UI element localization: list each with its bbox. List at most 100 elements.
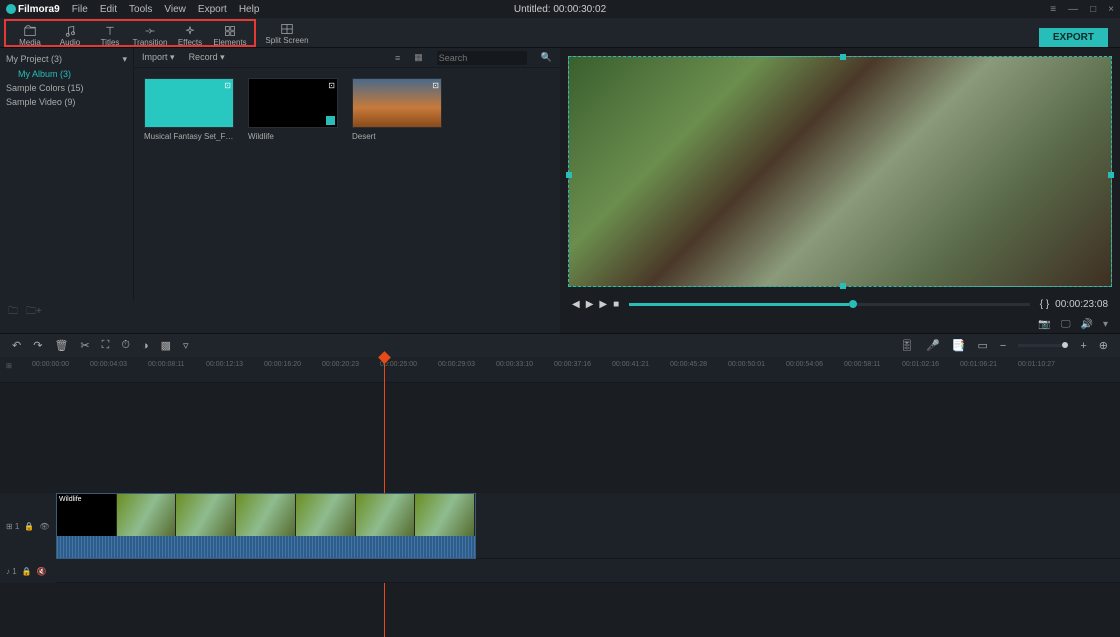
tab-audio[interactable]: Audio bbox=[50, 23, 90, 49]
track-manager-icon[interactable]: ⊞ bbox=[6, 362, 12, 370]
render-icon[interactable]: ▭ bbox=[978, 339, 988, 352]
snapshot-icon[interactable]: 📷 bbox=[1038, 319, 1050, 330]
clip-segment bbox=[296, 494, 356, 536]
timeline-clip-wildlife[interactable] bbox=[56, 493, 476, 559]
stop-button[interactable]: ■ bbox=[613, 299, 619, 310]
preview-scrubber[interactable] bbox=[629, 303, 1030, 306]
project-title: Untitled: 00:00:30:02 bbox=[514, 4, 606, 15]
logo-icon bbox=[6, 4, 16, 14]
tab-elements[interactable]: Elements bbox=[210, 23, 250, 49]
undo-button[interactable]: ↶ bbox=[12, 339, 21, 352]
mute-icon[interactable]: 🔇 bbox=[37, 567, 47, 576]
clip-segment bbox=[117, 494, 177, 536]
mixer-icon[interactable]: 🎚 bbox=[900, 339, 914, 352]
quality-dropdown-icon[interactable]: ▾ bbox=[1103, 319, 1108, 330]
speed-button[interactable]: ⏱ bbox=[121, 339, 130, 352]
tab-titles[interactable]: Titles bbox=[90, 23, 130, 49]
fullscreen-icon[interactable]: 🖵 bbox=[1061, 319, 1071, 330]
lock-icon[interactable]: 🔒 bbox=[24, 522, 34, 531]
preview-footer: 📷 🖵 🔊 ▾ bbox=[568, 315, 1112, 333]
timeline-ruler[interactable]: ⊞ 00:00:00:00 00:00:04:03 00:00:08:11 00… bbox=[0, 357, 1120, 383]
menu-icon[interactable]: ≡ bbox=[1050, 4, 1056, 15]
zoom-slider[interactable] bbox=[1018, 344, 1068, 347]
media-item[interactable]: ⊡ Musical Fantasy Set_Film... bbox=[144, 78, 234, 141]
tree-item-myalbum[interactable]: My Album (3) bbox=[6, 67, 127, 81]
lock-icon[interactable]: 🔒 bbox=[22, 567, 32, 576]
tab-splitscreen[interactable]: Split Screen bbox=[262, 21, 312, 47]
main-panels: My Project (3)▾ My Album (3) Sample Colo… bbox=[0, 48, 1120, 333]
marker-list-icon[interactable]: 📑 bbox=[952, 339, 966, 352]
delete-button[interactable]: 🗑 bbox=[54, 339, 68, 352]
eye-icon[interactable]: 👁 bbox=[39, 522, 49, 531]
zoom-out-button[interactable]: − bbox=[1000, 340, 1006, 352]
preview-panel: ◀ ▶ ▶ ■ { } 00:00:23:08 📷 🖵 🔊 ▾ bbox=[560, 48, 1120, 333]
clip-segment bbox=[176, 494, 236, 536]
thumbnail-grid: ⊡ Musical Fantasy Set_Film... ⊡ Wildlife… bbox=[134, 68, 560, 301]
preview-timecode: 00:00:23:08 bbox=[1055, 299, 1108, 310]
minimize-button[interactable]: — bbox=[1068, 4, 1078, 15]
export-button[interactable]: EXPORT bbox=[1039, 28, 1108, 47]
next-button[interactable]: ▶ bbox=[599, 299, 607, 310]
zoom-fit-button[interactable]: ⊕ bbox=[1099, 339, 1108, 352]
search-icon[interactable]: 🔍 bbox=[541, 52, 552, 63]
grid-view-icon[interactable]: ▦ bbox=[414, 52, 423, 63]
media-library-panel: My Project (3)▾ My Album (3) Sample Colo… bbox=[0, 48, 560, 333]
chevron-down-icon: ▾ bbox=[122, 54, 127, 65]
media-item[interactable]: ⊡ Wildlife bbox=[248, 78, 338, 141]
filter-icon[interactable]: ≡ bbox=[395, 53, 400, 63]
audio-track-1: ♪ 1 🔒 🔇 bbox=[0, 559, 1120, 583]
primary-tab-bar: Media Audio Titles Transition Effects El… bbox=[0, 18, 1120, 48]
info-icon: ⊡ bbox=[432, 81, 439, 90]
tree-item-myproject[interactable]: My Project (3)▾ bbox=[6, 52, 127, 67]
inout-brackets[interactable]: { } bbox=[1040, 299, 1049, 310]
tab-media[interactable]: Media bbox=[10, 23, 50, 49]
redo-button[interactable]: ↷ bbox=[33, 339, 42, 352]
window-controls: ≡ — □ × bbox=[1050, 4, 1114, 15]
green-screen-button[interactable]: ▩ bbox=[161, 339, 171, 352]
media-browser: Import ▾ Record ▾ ≡ ▦ 🔍 ⊡ Musical Fantas… bbox=[134, 48, 560, 301]
check-icon bbox=[326, 116, 335, 125]
folder-tree: My Project (3)▾ My Album (3) Sample Colo… bbox=[0, 48, 134, 301]
menu-export[interactable]: Export bbox=[198, 4, 227, 15]
zoom-in-button[interactable]: + bbox=[1080, 340, 1086, 352]
info-icon: ⊡ bbox=[224, 81, 231, 90]
tab-transition[interactable]: Transition bbox=[130, 23, 170, 49]
clip-segment bbox=[57, 494, 117, 536]
video-track-header: ⊞ 1 🔒 👁 bbox=[0, 493, 56, 559]
import-dropdown[interactable]: Import ▾ bbox=[142, 52, 175, 63]
clip-segment bbox=[415, 494, 475, 536]
split-button[interactable]: ✂ bbox=[80, 339, 89, 352]
chevron-down-icon: ▾ bbox=[170, 52, 175, 62]
browser-toolbar: Import ▾ Record ▾ ≡ ▦ 🔍 bbox=[134, 48, 560, 68]
info-icon: ⊡ bbox=[328, 81, 335, 90]
menu-file[interactable]: File bbox=[72, 4, 88, 15]
tab-effects[interactable]: Effects bbox=[170, 23, 210, 49]
volume-icon[interactable]: 🔊 bbox=[1081, 319, 1093, 330]
close-button[interactable]: × bbox=[1108, 4, 1114, 15]
audio-track-lane[interactable] bbox=[56, 559, 1120, 583]
menu-tools[interactable]: Tools bbox=[129, 4, 152, 15]
menu-view[interactable]: View bbox=[164, 4, 186, 15]
color-button[interactable]: ◑ bbox=[142, 340, 149, 352]
add-marker-button[interactable]: ▿ bbox=[183, 339, 189, 352]
menu-edit[interactable]: Edit bbox=[100, 4, 117, 15]
timeline-toolbar: ↶ ↷ 🗑 ✂ ⛶ ⏱ ◑ ▩ ▿ 🎚 🎤 📑 ▭ − + ⊕ bbox=[0, 333, 1120, 357]
search-input[interactable] bbox=[437, 51, 527, 65]
tree-item-samplecolors[interactable]: Sample Colors (15) bbox=[6, 81, 127, 95]
play-button[interactable]: ▶ bbox=[586, 299, 594, 310]
tree-footer: 🗀 🗀+ bbox=[0, 301, 560, 323]
chevron-down-icon: ▾ bbox=[220, 52, 225, 62]
media-item[interactable]: ⊡ Desert bbox=[352, 78, 442, 141]
menubar: File Edit Tools View Export Help bbox=[72, 4, 260, 15]
maximize-button[interactable]: □ bbox=[1090, 4, 1096, 15]
tree-item-samplevideo[interactable]: Sample Video (9) bbox=[6, 95, 127, 109]
clip-audio-waveform bbox=[57, 536, 475, 558]
preview-viewport[interactable] bbox=[568, 56, 1112, 287]
new-folder-icon[interactable]: 🗀+ bbox=[26, 304, 42, 321]
record-dropdown[interactable]: Record ▾ bbox=[189, 52, 225, 63]
crop-button[interactable]: ⛶ bbox=[102, 339, 110, 352]
prev-button[interactable]: ◀ bbox=[572, 299, 580, 310]
menu-help[interactable]: Help bbox=[239, 4, 260, 15]
folder-icon[interactable]: 🗀 bbox=[8, 304, 18, 321]
voiceover-icon[interactable]: 🎤 bbox=[926, 339, 940, 352]
